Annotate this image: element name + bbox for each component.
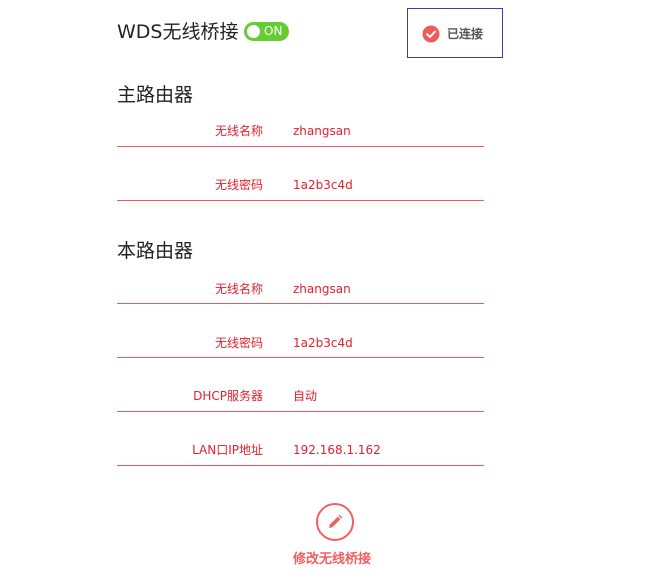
row-value: zhangsan bbox=[293, 282, 351, 296]
check-circle-icon bbox=[422, 25, 440, 43]
section-title-this-router: 本路由器 bbox=[117, 240, 194, 262]
toggle-label: ON bbox=[264, 24, 283, 38]
divider bbox=[117, 357, 484, 358]
row-key: 无线名称 bbox=[214, 124, 263, 138]
status-text: 已连接 bbox=[447, 27, 484, 41]
row-key: 无线密码 bbox=[214, 178, 263, 192]
this-router-row-lan-ip: LAN口IP地址 192.168.1.162 bbox=[117, 441, 484, 459]
row-key: LAN口IP地址 bbox=[192, 443, 263, 457]
toggle-knob bbox=[247, 25, 260, 38]
this-router-row-ssid: 无线名称 zhangsan bbox=[117, 280, 484, 298]
wds-toggle[interactable]: ON bbox=[244, 22, 289, 41]
this-router-row-password: 无线密码 1a2b3c4d bbox=[117, 334, 484, 352]
divider bbox=[117, 200, 484, 201]
row-key: 无线密码 bbox=[214, 336, 263, 350]
pencil-icon bbox=[329, 514, 343, 528]
section-title-main-router: 主路由器 bbox=[117, 84, 194, 106]
main-router-row-ssid: 无线名称 zhangsan bbox=[117, 122, 484, 140]
this-router-row-dhcp: DHCP服务器 自动 bbox=[117, 387, 484, 405]
row-value: zhangsan bbox=[293, 124, 351, 138]
edit-bridge-button[interactable] bbox=[316, 503, 354, 541]
row-key: 无线名称 bbox=[214, 282, 263, 296]
row-value: 192.168.1.162 bbox=[293, 443, 381, 457]
divider bbox=[117, 411, 484, 412]
row-key: DHCP服务器 bbox=[193, 389, 263, 403]
row-value: 1a2b3c4d bbox=[293, 178, 353, 192]
divider bbox=[117, 465, 484, 466]
main-router-row-password: 无线密码 1a2b3c4d bbox=[117, 176, 484, 194]
row-value: 1a2b3c4d bbox=[293, 336, 353, 350]
divider bbox=[117, 303, 484, 304]
connection-status-badge: 已连接 bbox=[407, 8, 503, 58]
row-value: 自动 bbox=[293, 389, 318, 403]
divider bbox=[117, 146, 484, 147]
edit-bridge-link[interactable]: 修改无线桥接 bbox=[293, 551, 371, 569]
page-title: WDS无线桥接 bbox=[117, 21, 239, 43]
